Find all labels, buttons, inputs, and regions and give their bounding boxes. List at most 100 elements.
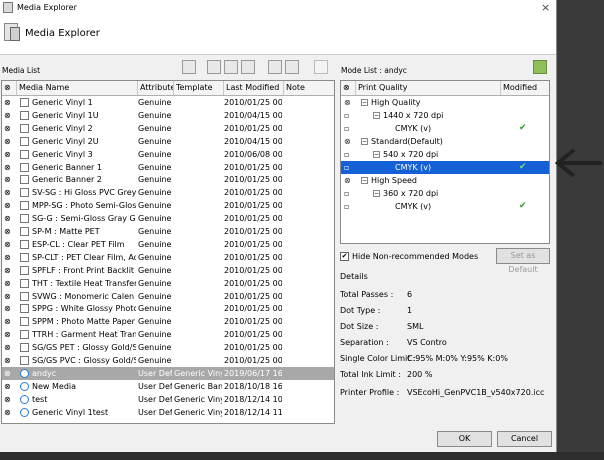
- row-lock-icon[interactable]: ⊗: [4, 264, 14, 277]
- table-row[interactable]: ⊗ SPFLF : Front Print Backlit F Genuine 201…: [2, 264, 334, 277]
- row-lock-icon[interactable]: ⊗: [4, 212, 14, 225]
- cancel-button[interactable]: Cancel: [497, 431, 552, 447]
- quality-row[interactable]: ⊗ − High Speed: [341, 174, 549, 187]
- quality-row[interactable]: ▫ CMYK (v) ✔: [341, 122, 549, 135]
- duplicate-icon[interactable]: [224, 60, 238, 74]
- template-cell: [174, 96, 222, 109]
- row-lock-icon[interactable]: ⊗: [4, 328, 14, 341]
- print-icon[interactable]: [314, 60, 328, 74]
- collapse-toggle-icon[interactable]: −: [361, 177, 368, 184]
- quality-row[interactable]: ▫ CMYK (v) ✔: [341, 161, 549, 174]
- table-row[interactable]: ⊗ ESP-CL : Clear PET Film Genuine 2010/01/2…: [2, 238, 334, 251]
- col-attribute[interactable]: Attribute: [137, 81, 173, 95]
- table-row[interactable]: ⊗ Generic Vinyl 2 Genuine 2010/01/25 00:: [2, 122, 334, 135]
- table-row[interactable]: ⊗ Generic Vinyl 1 Genuine 2010/01/25 00:: [2, 96, 334, 109]
- table-row[interactable]: ⊗ Generic Vinyl 1U Genuine 2010/04/15 00:: [2, 109, 334, 122]
- row-lock-icon[interactable]: ⊗: [4, 173, 14, 186]
- row-lock-icon[interactable]: ⊗: [4, 109, 14, 122]
- collapse-toggle-icon[interactable]: −: [373, 151, 380, 158]
- table-row[interactable]: ⊗ SP-M : Matte PET Genuine 2010/01/25 00:: [2, 225, 334, 238]
- table-row[interactable]: ⊗ Generic Vinyl 3 Genuine 2010/06/08 00:: [2, 148, 334, 161]
- table-row[interactable]: ⊗ SPPG : White Glossy Photo Genuine 2010/01…: [2, 302, 334, 315]
- save-icon[interactable]: [285, 60, 299, 74]
- quality-row[interactable]: ▫ CMYK (v) ✔: [341, 200, 549, 213]
- attribute-cell: User Defi: [138, 381, 172, 391]
- row-lock-icon[interactable]: ⊗: [4, 135, 14, 148]
- table-row[interactable]: ⊗ SP-CLT : PET Clear Film, Ad Genuine 2010/…: [2, 251, 334, 264]
- row-lock-icon[interactable]: ⊗: [4, 354, 14, 367]
- collapse-toggle-icon[interactable]: −: [361, 99, 368, 106]
- table-row[interactable]: ⊗ MPP-SG : Photo Semi-Glos Genuine 2010/01/…: [2, 199, 334, 212]
- table-row[interactable]: ⊗ THT : Textile Heat Transfer Genuine 2010/…: [2, 277, 334, 290]
- table-row[interactable]: ⊗ SV-SG : Hi Gloss PVC Grey Genuine 2010/01…: [2, 186, 334, 199]
- copy-media-icon[interactable]: [207, 60, 221, 74]
- row-lock-icon[interactable]: ⊗: [4, 186, 14, 199]
- row-lock-icon[interactable]: ⊗: [4, 148, 14, 161]
- quality-row[interactable]: ⊗ − Standard(Default): [341, 135, 549, 148]
- hide-nonrecommended-checkbox[interactable]: ✔: [340, 252, 349, 261]
- col-template[interactable]: Template: [173, 81, 223, 95]
- table-row[interactable]: ⊗ SG/GS PVC : Glossy Gold/Si Genuine 2010/0…: [2, 354, 334, 367]
- table-row[interactable]: ⊗ SPPM : Photo Matte Paper Genuine 2010/01/…: [2, 315, 334, 328]
- quality-lock-icon[interactable]: ▫: [344, 148, 349, 161]
- table-row[interactable]: ⊗ SG-G : Semi-Gloss Gray Glo Genuine 2010/0…: [2, 212, 334, 225]
- col-last-modified[interactable]: Last Modified: [223, 81, 283, 95]
- row-lock-icon[interactable]: ⊗: [4, 315, 14, 328]
- quality-lock-icon[interactable]: ⊗: [344, 174, 351, 187]
- properties-icon[interactable]: [241, 60, 255, 74]
- media-name-cell: New Media: [32, 381, 77, 391]
- close-icon[interactable]: ×: [541, 1, 550, 14]
- col-media-name[interactable]: Media Name: [16, 81, 137, 95]
- row-lock-icon[interactable]: ⊗: [4, 277, 14, 290]
- set-as-default-button[interactable]: Set as Default: [496, 248, 550, 274]
- new-media-icon[interactable]: [182, 60, 196, 74]
- row-lock-icon[interactable]: ⊗: [4, 199, 14, 212]
- row-lock-icon[interactable]: ⊗: [4, 238, 14, 251]
- quality-lock-icon[interactable]: ▫: [344, 187, 349, 200]
- quality-lock-icon[interactable]: ▫: [344, 161, 349, 174]
- row-lock-icon[interactable]: ⊗: [4, 122, 14, 135]
- row-lock-icon[interactable]: ⊗: [4, 393, 14, 406]
- table-row[interactable]: ⊗ New Media User Defi Generic Ban 2018/10/18…: [2, 380, 334, 393]
- table-row[interactable]: ⊗ Generic Vinyl 2U Genuine 2010/04/15 00:: [2, 135, 334, 148]
- row-lock-icon[interactable]: ⊗: [4, 380, 14, 393]
- table-row[interactable]: ⊗ Generic Banner 1 Genuine 2010/01/25 00:: [2, 161, 334, 174]
- row-lock-icon[interactable]: ⊗: [4, 302, 14, 315]
- col-modified[interactable]: Modified: [500, 81, 549, 95]
- row-lock-icon[interactable]: ⊗: [4, 406, 14, 419]
- row-lock-icon[interactable]: ⊗: [4, 251, 14, 264]
- row-lock-icon[interactable]: ⊗: [4, 341, 14, 354]
- edit-mode-icon[interactable]: [533, 60, 547, 74]
- quality-row[interactable]: ▫ −540 x 720 dpi: [341, 148, 549, 161]
- collapse-toggle-icon[interactable]: −: [361, 138, 368, 145]
- table-row[interactable]: ⊗ SG/GS PET : Glossy Gold/Si Genuine 2010/0…: [2, 341, 334, 354]
- table-row[interactable]: ⊗ andyc User Defi Generic Viny 2019/06/17 16…: [2, 366, 334, 380]
- genuine-media-icon: [20, 201, 29, 211]
- quality-lock-icon[interactable]: ⊗: [344, 96, 351, 109]
- quality-row[interactable]: ▫ −1440 x 720 dpi: [341, 109, 549, 122]
- table-row[interactable]: ⊗ test User Defi Generic Viny 2018/12/14 10:: [2, 393, 334, 406]
- quality-lock-icon[interactable]: ▫: [344, 109, 349, 122]
- ok-button[interactable]: OK: [437, 431, 492, 447]
- quality-lock-icon[interactable]: ▫: [344, 122, 349, 135]
- quality-lock-icon[interactable]: ⊗: [344, 135, 351, 148]
- open-folder-icon[interactable]: [268, 60, 282, 74]
- quality-row[interactable]: ▫ −360 x 720 dpi: [341, 187, 549, 200]
- table-row[interactable]: ⊗ Generic Banner 2 Genuine 2010/01/25 00:: [2, 173, 334, 186]
- table-row[interactable]: ⊗ TTRH : Garment Heat Trans Genuine 2010/01…: [2, 328, 334, 341]
- table-row[interactable]: ⊗ Generic Vinyl 1test User Defi Generic Vin…: [2, 406, 334, 419]
- row-lock-icon[interactable]: ⊗: [4, 96, 14, 109]
- row-lock-icon[interactable]: ⊗: [4, 161, 14, 174]
- col-note[interactable]: Note: [283, 81, 334, 95]
- media-name-cell: THT : Textile Heat Transfer: [32, 278, 136, 288]
- collapse-toggle-icon[interactable]: −: [373, 112, 380, 119]
- collapse-toggle-icon[interactable]: −: [373, 190, 380, 197]
- quality-lock-icon[interactable]: ▫: [344, 200, 349, 213]
- col-print-quality[interactable]: Print Quality: [355, 81, 500, 95]
- quality-row[interactable]: ⊗ − High Quality: [341, 96, 549, 109]
- modified-check-icon: ✔: [519, 162, 527, 172]
- row-lock-icon[interactable]: ⊗: [4, 225, 14, 238]
- table-row[interactable]: ⊗ SVWG : Monomeric Calen Genuine 2010/01/25…: [2, 290, 334, 303]
- row-lock-icon[interactable]: ⊗: [4, 367, 14, 380]
- row-lock-icon[interactable]: ⊗: [4, 290, 14, 303]
